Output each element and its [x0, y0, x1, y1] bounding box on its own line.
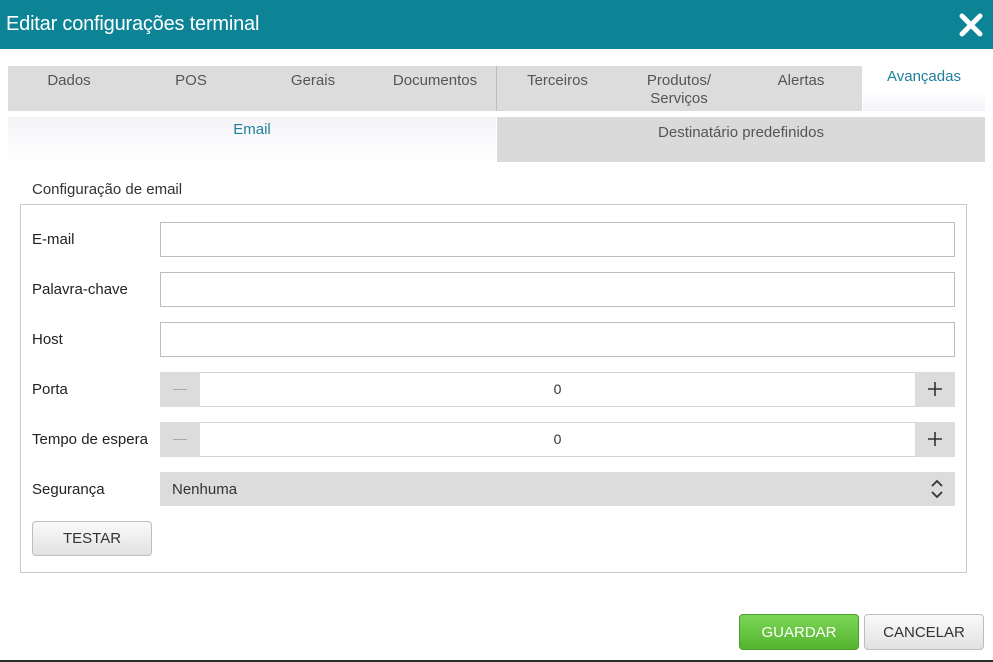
security-label: Segurança — [32, 481, 105, 498]
tab-label: Dados — [47, 72, 91, 89]
timeout-value[interactable]: 0 — [200, 422, 915, 457]
section-title: Configuração de email — [32, 181, 183, 198]
subtab-label: Email — [233, 121, 271, 138]
window-title: Editar configurações terminal — [6, 13, 260, 35]
port-stepper: 0 — [160, 372, 955, 407]
email-field[interactable] — [160, 222, 955, 257]
security-select[interactable]: Nenhuma — [160, 472, 955, 506]
tab-alertas[interactable]: Alertas — [740, 66, 862, 111]
timeout-stepper: 0 — [160, 422, 955, 457]
cancel-button[interactable]: CANCELAR — [864, 614, 984, 650]
password-field[interactable] — [160, 272, 955, 307]
tab-terceiros[interactable]: Terceiros — [496, 66, 618, 111]
host-label: Host — [32, 331, 63, 348]
subtab-destinatario-predefinidos[interactable]: Destinatário predefinidos — [497, 117, 985, 162]
tab-label: Documentos — [392, 72, 478, 89]
tab-documentos[interactable]: Documentos — [374, 66, 496, 111]
timeout-decrement-button[interactable] — [160, 422, 200, 457]
timeout-increment-button[interactable] — [915, 422, 955, 457]
tab-label: Alertas — [777, 72, 825, 89]
tab-label: Produtos/ Serviços — [646, 72, 712, 107]
save-button[interactable]: GUARDAR — [739, 614, 859, 650]
window-titlebar: Editar configurações terminal — [0, 0, 993, 49]
main-tab-bar: Dados POS Gerais Documentos Terceiros Pr… — [8, 62, 985, 111]
subtab-email[interactable]: Email — [8, 117, 496, 162]
tab-pos[interactable]: POS — [130, 66, 252, 111]
tab-label: POS — [175, 72, 207, 89]
tab-gerais[interactable]: Gerais — [252, 66, 374, 111]
sub-tab-bar: Email Destinatário predefinidos — [8, 117, 985, 162]
port-value[interactable]: 0 — [200, 372, 915, 407]
tab-dados[interactable]: Dados — [8, 66, 130, 111]
tab-produtos-servicos[interactable]: Produtos/ Serviços — [618, 66, 740, 111]
tab-label: Gerais — [290, 72, 336, 89]
test-button[interactable]: TESTAR — [32, 521, 152, 556]
tab-avancadas[interactable]: Avançadas — [863, 62, 985, 111]
timeout-label: Tempo de espera — [32, 431, 148, 448]
close-icon[interactable] — [958, 12, 984, 38]
port-increment-button[interactable] — [915, 372, 955, 407]
tab-label: Avançadas — [887, 68, 961, 85]
password-label: Palavra-chave — [32, 281, 128, 298]
chevron-up-down-icon — [931, 479, 943, 499]
plus-icon — [928, 432, 942, 446]
host-field[interactable] — [160, 322, 955, 357]
port-label: Porta — [32, 381, 68, 398]
security-selected-value: Nenhuma — [172, 481, 238, 498]
subtab-label: Destinatário predefinidos — [658, 124, 824, 141]
email-label: E-mail — [32, 231, 75, 248]
port-decrement-button[interactable] — [160, 372, 200, 407]
tab-label: Terceiros — [527, 72, 588, 89]
plus-icon — [928, 382, 942, 396]
